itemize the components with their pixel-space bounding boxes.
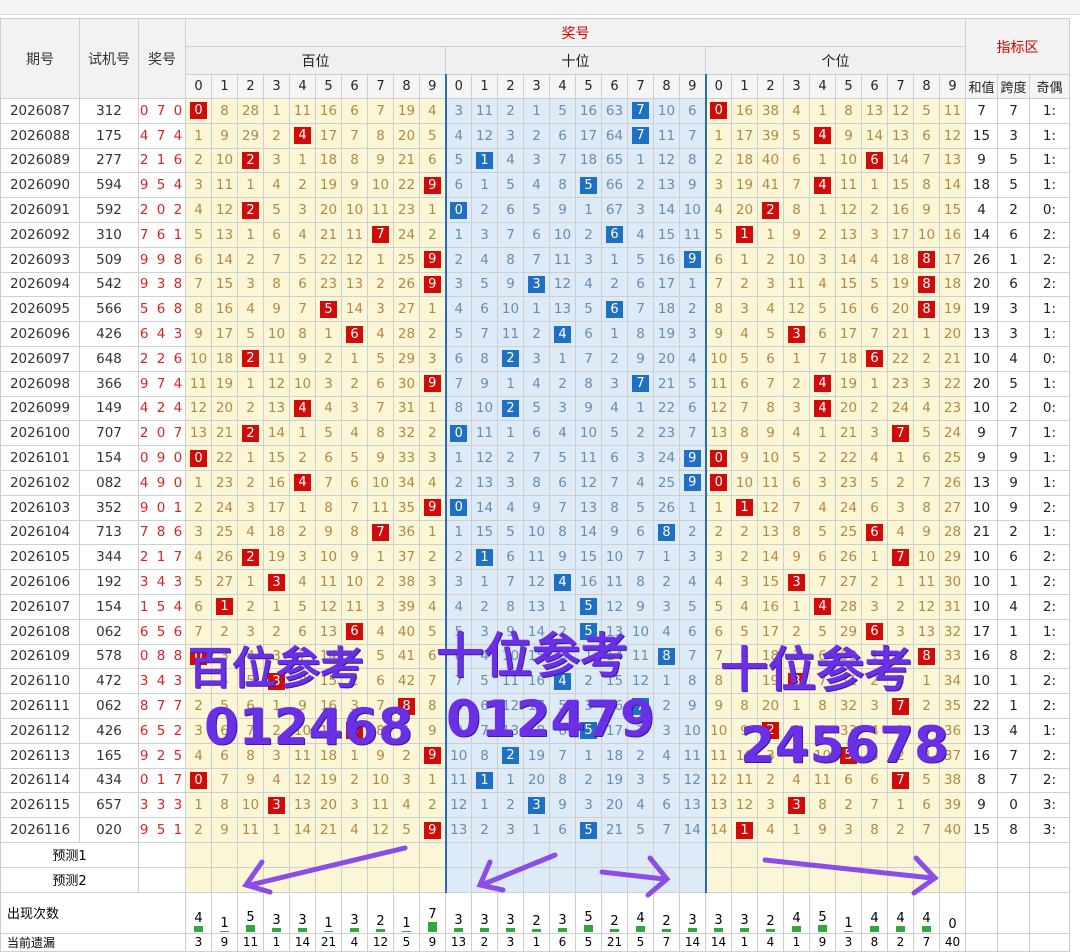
overlay-bai-nums: 012468 xyxy=(204,698,413,756)
arrow-shi-left xyxy=(481,852,558,887)
arrow-bai xyxy=(247,845,408,888)
annotation-arrows xyxy=(241,845,939,898)
overlay-ge-title: 十位参考 xyxy=(720,642,913,698)
overlay-ge-nums: 245678 xyxy=(740,716,949,774)
overlay-shi-nums: 012479 xyxy=(446,690,655,748)
arrow-bai-head xyxy=(241,859,273,895)
overlay-shi-title: 十位参考 xyxy=(436,628,629,684)
arrow-ge xyxy=(762,857,935,881)
arrow-shi-right xyxy=(599,869,667,882)
overlay-bai-title: 百位参考 xyxy=(188,643,364,694)
